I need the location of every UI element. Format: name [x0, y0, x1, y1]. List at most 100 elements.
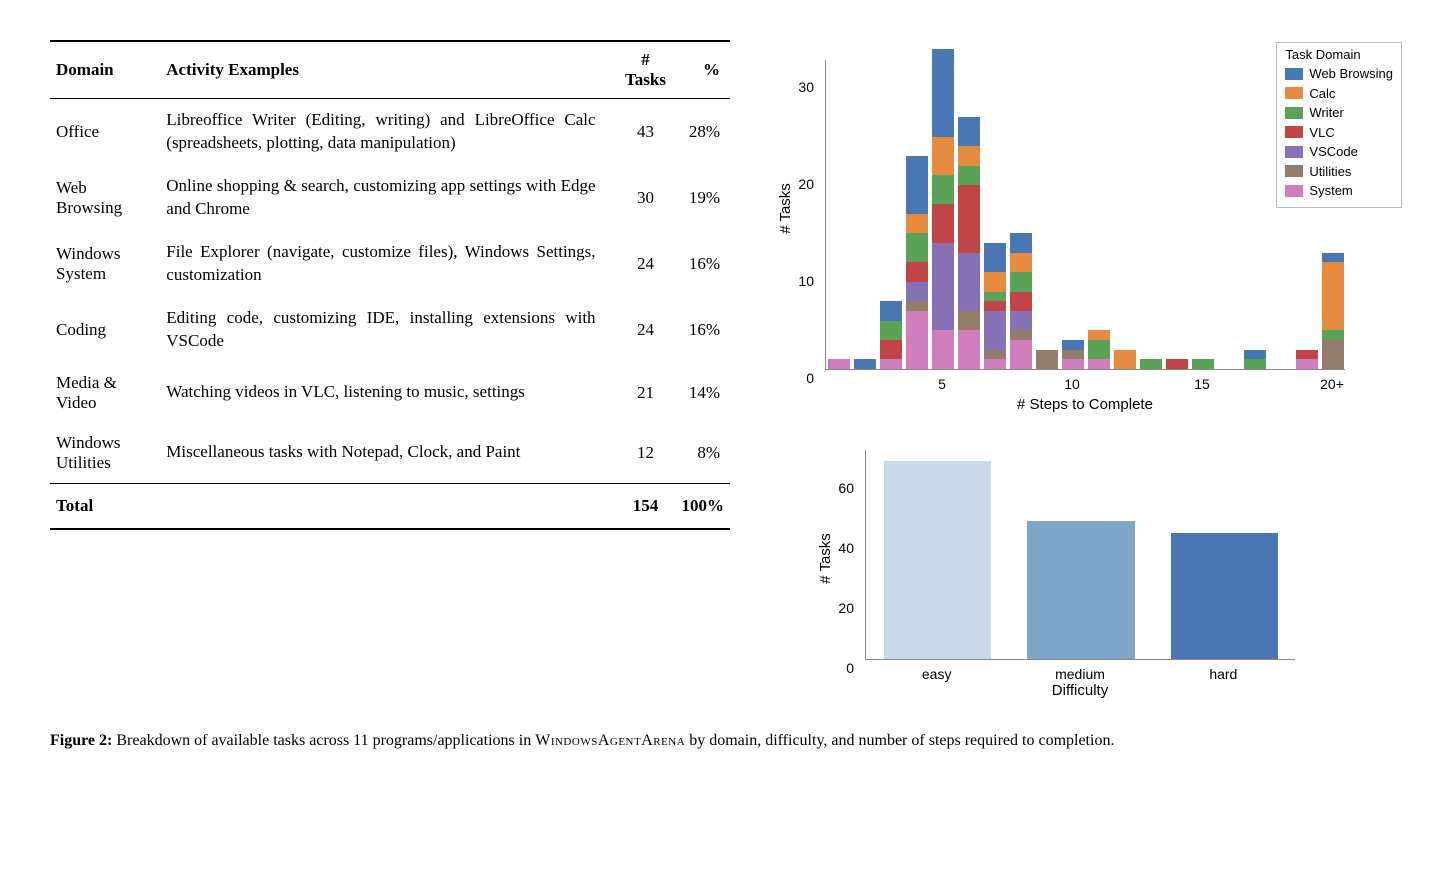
bar-segment	[880, 321, 901, 340]
col-tasks: # Tasks	[616, 41, 676, 99]
ytick: 0	[806, 370, 814, 386]
charts-panel: Task Domain Web BrowsingCalcWriterVLCVSC…	[770, 40, 1404, 700]
legend-swatch	[1285, 146, 1303, 158]
ytick: 0	[846, 660, 854, 676]
bar-segment	[1088, 359, 1109, 369]
bar-segment	[984, 243, 1005, 272]
bar-stack	[1114, 350, 1135, 369]
table-header-row: Domain Activity Examples # Tasks %	[50, 41, 730, 99]
bar-segment	[958, 253, 979, 311]
cell-tasks: 24	[616, 231, 676, 297]
caption-text-pre: Breakdown of available tasks across 11 p…	[112, 732, 535, 749]
legend-swatch	[1285, 107, 1303, 119]
bar	[884, 461, 992, 659]
xtick: medium	[1055, 666, 1105, 682]
bar-stack	[1192, 359, 1213, 369]
cell-pct: 19%	[675, 165, 730, 231]
bar-segment	[984, 272, 1005, 291]
bar-stack	[880, 301, 901, 369]
bar-segment	[1010, 311, 1031, 330]
bar-segment	[1062, 340, 1083, 350]
caption-label: Figure 2:	[50, 732, 112, 749]
bar-segment	[1088, 340, 1109, 359]
cell-pct: 28%	[675, 99, 730, 165]
bar-segment	[932, 175, 953, 204]
ytick: 20	[798, 176, 814, 192]
legend-item: System	[1285, 181, 1393, 201]
bar-segment	[906, 262, 927, 281]
cell-tasks: 24	[616, 297, 676, 363]
bar-segment	[1296, 350, 1317, 360]
xtick: 5	[938, 376, 946, 392]
bar-segment	[958, 146, 979, 165]
legend-swatch	[1285, 185, 1303, 197]
bar-segment	[932, 137, 953, 176]
bar-segment	[1296, 359, 1317, 369]
bar-stack	[1322, 253, 1343, 369]
table-row: OfficeLibreoffice Writer (Editing, writi…	[50, 99, 730, 165]
bar-segment	[1010, 233, 1031, 252]
cell-examples: Libreoffice Writer (Editing, writing) an…	[160, 99, 615, 165]
bar-stack	[1036, 350, 1057, 369]
bar-segment	[984, 350, 1005, 360]
bar-stack	[906, 156, 927, 369]
ytick: 20	[838, 600, 854, 616]
cell-tasks: 43	[616, 99, 676, 165]
caption-smallcaps: WindowsAgentArena	[535, 732, 685, 749]
table-row: Media & VideoWatching videos in VLC, lis…	[50, 363, 730, 423]
table-row: CodingEditing code, customizing IDE, ins…	[50, 297, 730, 363]
bar-stack	[984, 243, 1005, 369]
xlabel-top: # Steps to Complete	[825, 396, 1345, 413]
legend-swatch	[1285, 126, 1303, 138]
bar-segment	[1010, 340, 1031, 369]
bar-segment	[1322, 253, 1343, 263]
bar-segment	[1244, 359, 1265, 369]
bar-segment	[984, 292, 1005, 302]
steps-histogram-chart: Task Domain Web BrowsingCalcWriterVLCVSC…	[770, 40, 1404, 420]
bar-stack	[958, 117, 979, 369]
cell-examples	[160, 483, 615, 529]
bar-segment	[958, 330, 979, 369]
bar-segment	[828, 359, 849, 369]
xtick: hard	[1209, 666, 1237, 682]
col-examples: Activity Examples	[160, 41, 615, 99]
legend-swatch	[1285, 68, 1303, 80]
cell-tasks: 30	[616, 165, 676, 231]
ytick: 60	[838, 480, 854, 496]
cell-domain: Windows System	[50, 231, 160, 297]
bar-stack	[1296, 350, 1317, 369]
bar-segment	[1166, 359, 1187, 369]
cell-tasks: 12	[616, 423, 676, 484]
bar-segment	[1088, 330, 1109, 340]
legend-label: Calc	[1309, 84, 1335, 104]
cell-domain: Office	[50, 99, 160, 165]
bar-segment	[1322, 330, 1343, 340]
ytick: 40	[838, 540, 854, 556]
legend-item: Web Browsing	[1285, 64, 1393, 84]
xlabel-bottom: Difficulty	[865, 682, 1295, 699]
xtick: 15	[1194, 376, 1210, 392]
bar-segment	[1192, 359, 1213, 369]
table-total-row: Total154100%	[50, 483, 730, 529]
cell-pct: 16%	[675, 297, 730, 363]
bar-stack	[1140, 359, 1161, 369]
bar-segment	[1114, 350, 1135, 369]
bar-stack	[1062, 340, 1083, 369]
legend-item: VLC	[1285, 123, 1393, 143]
bar-segment	[984, 301, 1005, 311]
col-pct: %	[675, 41, 730, 99]
cell-examples: Editing code, customizing IDE, installin…	[160, 297, 615, 363]
bar-segment	[906, 311, 927, 369]
bar-stack	[1088, 330, 1109, 369]
xtick: easy	[922, 666, 952, 682]
bar-segment	[1010, 272, 1031, 291]
bar-segment	[1062, 350, 1083, 360]
ytick: 30	[798, 79, 814, 95]
legend-label: Utilities	[1309, 162, 1351, 182]
legend-swatch	[1285, 87, 1303, 99]
bar-segment	[880, 340, 901, 359]
legend-label: Writer	[1309, 103, 1343, 123]
ytick: 10	[798, 273, 814, 289]
bar-segment	[854, 359, 875, 369]
bar-segment	[1010, 253, 1031, 272]
